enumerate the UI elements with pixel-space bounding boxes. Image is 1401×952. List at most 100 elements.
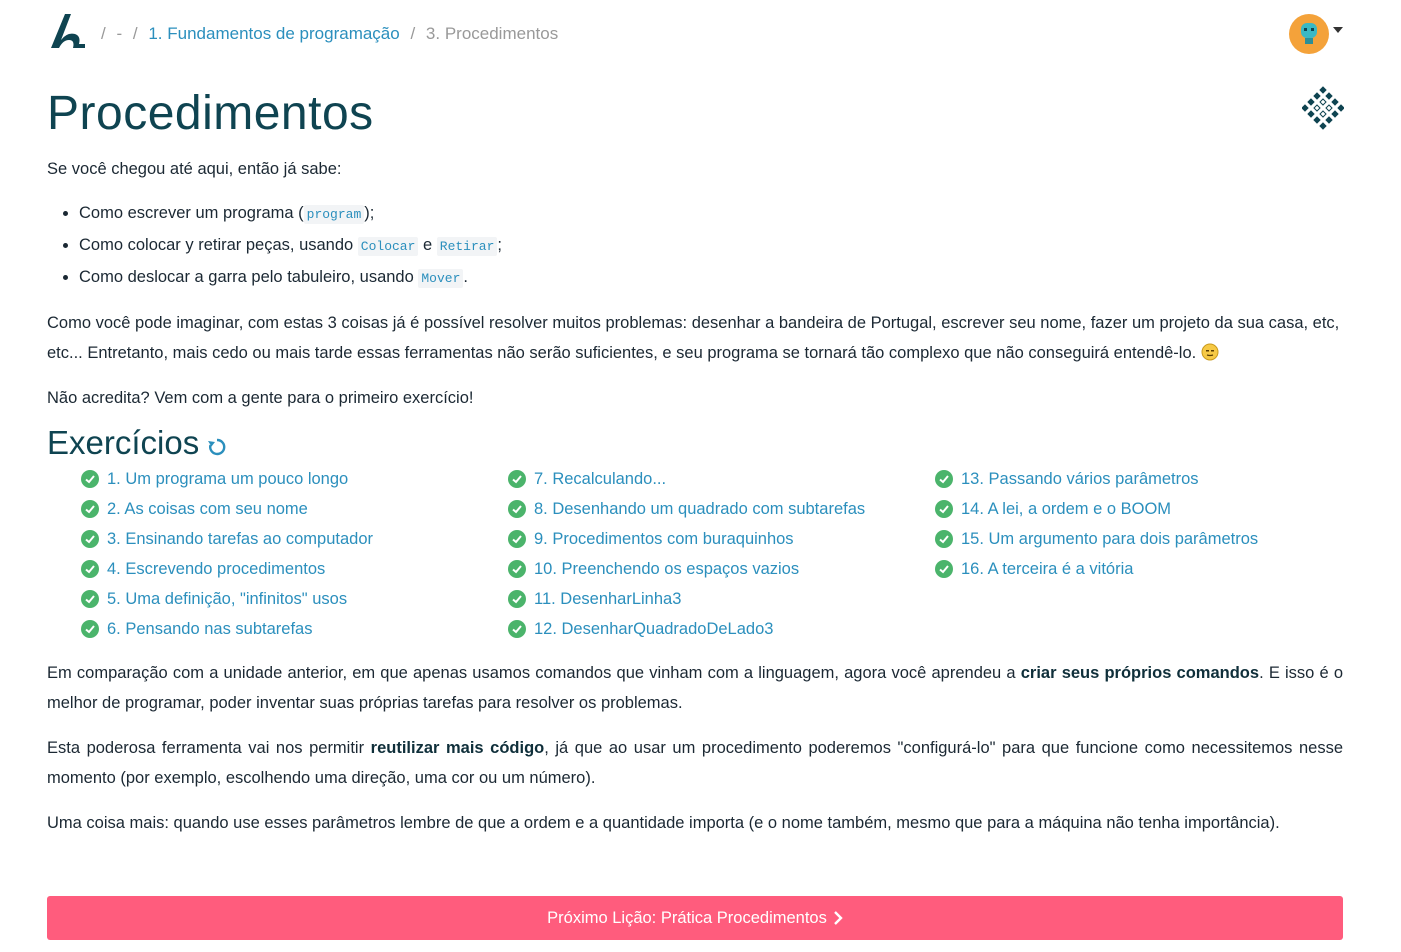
- check-circle-icon: [81, 620, 99, 638]
- lesson-content: Se você chegou até aqui, então já sabe: …: [47, 154, 1343, 853]
- user-avatar-icon[interactable]: [1289, 14, 1329, 54]
- next-lesson-button[interactable]: Próximo Lição: Prática Procedimentos: [47, 896, 1343, 940]
- exercise-link[interactable]: 4. Escrevendo procedimentos: [107, 554, 325, 584]
- exercise-empty-cell: [935, 614, 1341, 644]
- exercise-item[interactable]: 8. Desenhando um quadrado com subtarefas: [508, 494, 935, 524]
- emphasis-text: reutilizar mais código: [370, 739, 545, 757]
- check-circle-icon: [508, 500, 526, 518]
- gobstones-diamond-shape: [1307, 98, 1315, 106]
- exercise-item[interactable]: 12. DesenharQuadradoDeLado3: [508, 614, 935, 644]
- exercise-item[interactable]: 14. A lei, a ordem e o BOOM: [935, 494, 1341, 524]
- chevron-down-icon[interactable]: [1333, 27, 1343, 33]
- list-item-text: Como deslocar a garra pelo tabuleiro, us…: [79, 268, 419, 286]
- exercise-item[interactable]: 1. Um programa um pouco longo: [81, 464, 508, 494]
- gobstones-diamond-shape: [1319, 110, 1327, 118]
- paragraph: Como você pode imaginar, com estas 3 coi…: [47, 308, 1343, 368]
- exercise-link[interactable]: 2. As coisas com seu nome: [107, 494, 308, 524]
- exercise-item[interactable]: 6. Pensando nas subtarefas: [81, 614, 508, 644]
- check-circle-icon: [508, 560, 526, 578]
- exercise-item[interactable]: 13. Passando vários parâmetros: [935, 464, 1341, 494]
- exercise-link[interactable]: 13. Passando vários parâmetros: [961, 464, 1199, 494]
- list-item-text: Como escrever um programa (: [79, 204, 304, 222]
- paragraph: Esta poderosa ferramenta vai nos permiti…: [47, 733, 1343, 793]
- intro-text: Se você chegou até aqui, então já sabe:: [47, 160, 342, 178]
- code-snippet: Colocar: [357, 237, 419, 256]
- exercise-link[interactable]: 6. Pensando nas subtarefas: [107, 614, 312, 644]
- check-circle-icon: [508, 470, 526, 488]
- exercise-link[interactable]: 14. A lei, a ordem e o BOOM: [961, 494, 1171, 524]
- exercise-link[interactable]: 5. Uma definição, "infinitos" usos: [107, 584, 347, 614]
- next-lesson-label: Próximo Lição: Prática Procedimentos: [547, 908, 827, 927]
- breadcrumb-separator: /: [410, 24, 416, 43]
- check-circle-icon: [935, 470, 953, 488]
- check-circle-icon: [81, 530, 99, 548]
- breadcrumb-current-lesson: 3. Procedimentos: [425, 24, 559, 43]
- exercise-link[interactable]: 16. A terceira é a vitória: [961, 554, 1133, 584]
- paragraph-text: Esta poderosa ferramenta vai nos permiti…: [47, 739, 371, 757]
- exercise-link[interactable]: 10. Preenchendo os espaços vazios: [534, 554, 799, 584]
- list-item: Como deslocar a garra pelo tabuleiro, us…: [79, 262, 1343, 294]
- list-item-text: ;: [497, 236, 502, 254]
- exercise-item[interactable]: 4. Escrevendo procedimentos: [81, 554, 508, 584]
- emoji-face-icon: [1201, 341, 1219, 361]
- gobstones-diamond-shape: [1319, 86, 1327, 94]
- check-circle-icon: [508, 590, 526, 608]
- list-item-text: e: [418, 236, 437, 254]
- list-item-text: Como colocar y retirar peças, usando: [79, 236, 358, 254]
- gobstones-diamond-shape: [1331, 110, 1339, 118]
- exercise-item[interactable]: 2. As coisas com seu nome: [81, 494, 508, 524]
- exercise-link[interactable]: 3. Ensinando tarefas ao computador: [107, 524, 373, 554]
- paragraph: Uma coisa mais: quando use esses parâmet…: [47, 814, 1280, 832]
- gobstones-diamond-shape: [1313, 116, 1321, 124]
- exercises-title: Exercícios: [47, 424, 200, 461]
- code-snippet: Retirar: [436, 237, 498, 256]
- paragraph-text: Em comparação com a unidade anterior, em…: [47, 664, 1021, 682]
- list-item: Como escrever um programa (program);: [79, 198, 1343, 230]
- gobstones-diamond-shape: [1331, 98, 1339, 106]
- page-title: Procedimentos: [47, 87, 374, 140]
- exercise-link[interactable]: 7. Recalculando...: [534, 464, 666, 494]
- breadcrumb-chapter-link[interactable]: 1. Fundamentos de programação: [148, 24, 399, 43]
- breadcrumb-separator: /: [132, 24, 138, 43]
- list-item: Como colocar y retirar peças, usando Col…: [79, 230, 1343, 262]
- reload-icon[interactable]: [207, 437, 227, 457]
- exercise-link[interactable]: 12. DesenharQuadradoDeLado3: [534, 614, 773, 644]
- exercise-item[interactable]: 3. Ensinando tarefas ao computador: [81, 524, 508, 554]
- gobstones-diamond-shape: [1302, 104, 1309, 112]
- check-circle-icon: [935, 560, 953, 578]
- exercises-heading: Exercícios: [47, 424, 1343, 461]
- breadcrumb: / - / 1. Fundamentos de programação / 3.…: [95, 24, 558, 44]
- gobstones-diamond-shape: [1325, 116, 1333, 124]
- exercise-link[interactable]: 11. DesenharLinha3: [534, 584, 681, 614]
- exercise-item[interactable]: 9. Procedimentos com buraquinhos: [508, 524, 935, 554]
- gobstones-diamond-shape: [1319, 122, 1327, 130]
- knowledge-list: Como escrever um programa (program); Com…: [47, 198, 1343, 294]
- gobstones-diamond-shape: [1325, 104, 1333, 112]
- list-item-text: );: [364, 204, 375, 222]
- exercise-item[interactable]: 11. DesenharLinha3: [508, 584, 935, 614]
- gobstones-diamond-shape: [1313, 92, 1321, 100]
- check-circle-icon: [508, 530, 526, 548]
- check-circle-icon: [81, 560, 99, 578]
- gobstones-diamond-shape: [1307, 110, 1315, 118]
- check-circle-icon: [935, 500, 953, 518]
- paragraph: Não acredita? Vem com a gente para o pri…: [47, 389, 474, 407]
- mumuki-logo-icon[interactable]: [47, 10, 89, 52]
- breadcrumb-book-link[interactable]: -: [116, 24, 122, 43]
- exercise-link[interactable]: 15. Um argumento para dois parâmetros: [961, 524, 1258, 554]
- exercise-link[interactable]: 9. Procedimentos com buraquinhos: [534, 524, 794, 554]
- code-snippet: program: [303, 205, 365, 224]
- exercise-item[interactable]: 5. Uma definição, "infinitos" usos: [81, 584, 508, 614]
- exercise-list: 1. Um programa um pouco longo 7. Recalcul…: [47, 464, 1343, 644]
- gobstones-diamond-shape: [1325, 92, 1333, 100]
- exercise-item[interactable]: 10. Preenchendo os espaços vazios: [508, 554, 935, 584]
- paragraph: Em comparação com a unidade anterior, em…: [47, 658, 1343, 718]
- gobstones-diamond-icon: [1302, 86, 1344, 130]
- exercise-item[interactable]: 16. A terceira é a vitória: [935, 554, 1341, 584]
- exercise-link[interactable]: 8. Desenhando um quadrado com subtarefas: [534, 494, 865, 524]
- user-menu-toggle[interactable]: [1289, 14, 1343, 54]
- exercise-link[interactable]: 1. Um programa um pouco longo: [107, 464, 348, 494]
- exercise-item[interactable]: 7. Recalculando...: [508, 464, 935, 494]
- list-item-text: .: [463, 268, 468, 286]
- exercise-item[interactable]: 15. Um argumento para dois parâmetros: [935, 524, 1341, 554]
